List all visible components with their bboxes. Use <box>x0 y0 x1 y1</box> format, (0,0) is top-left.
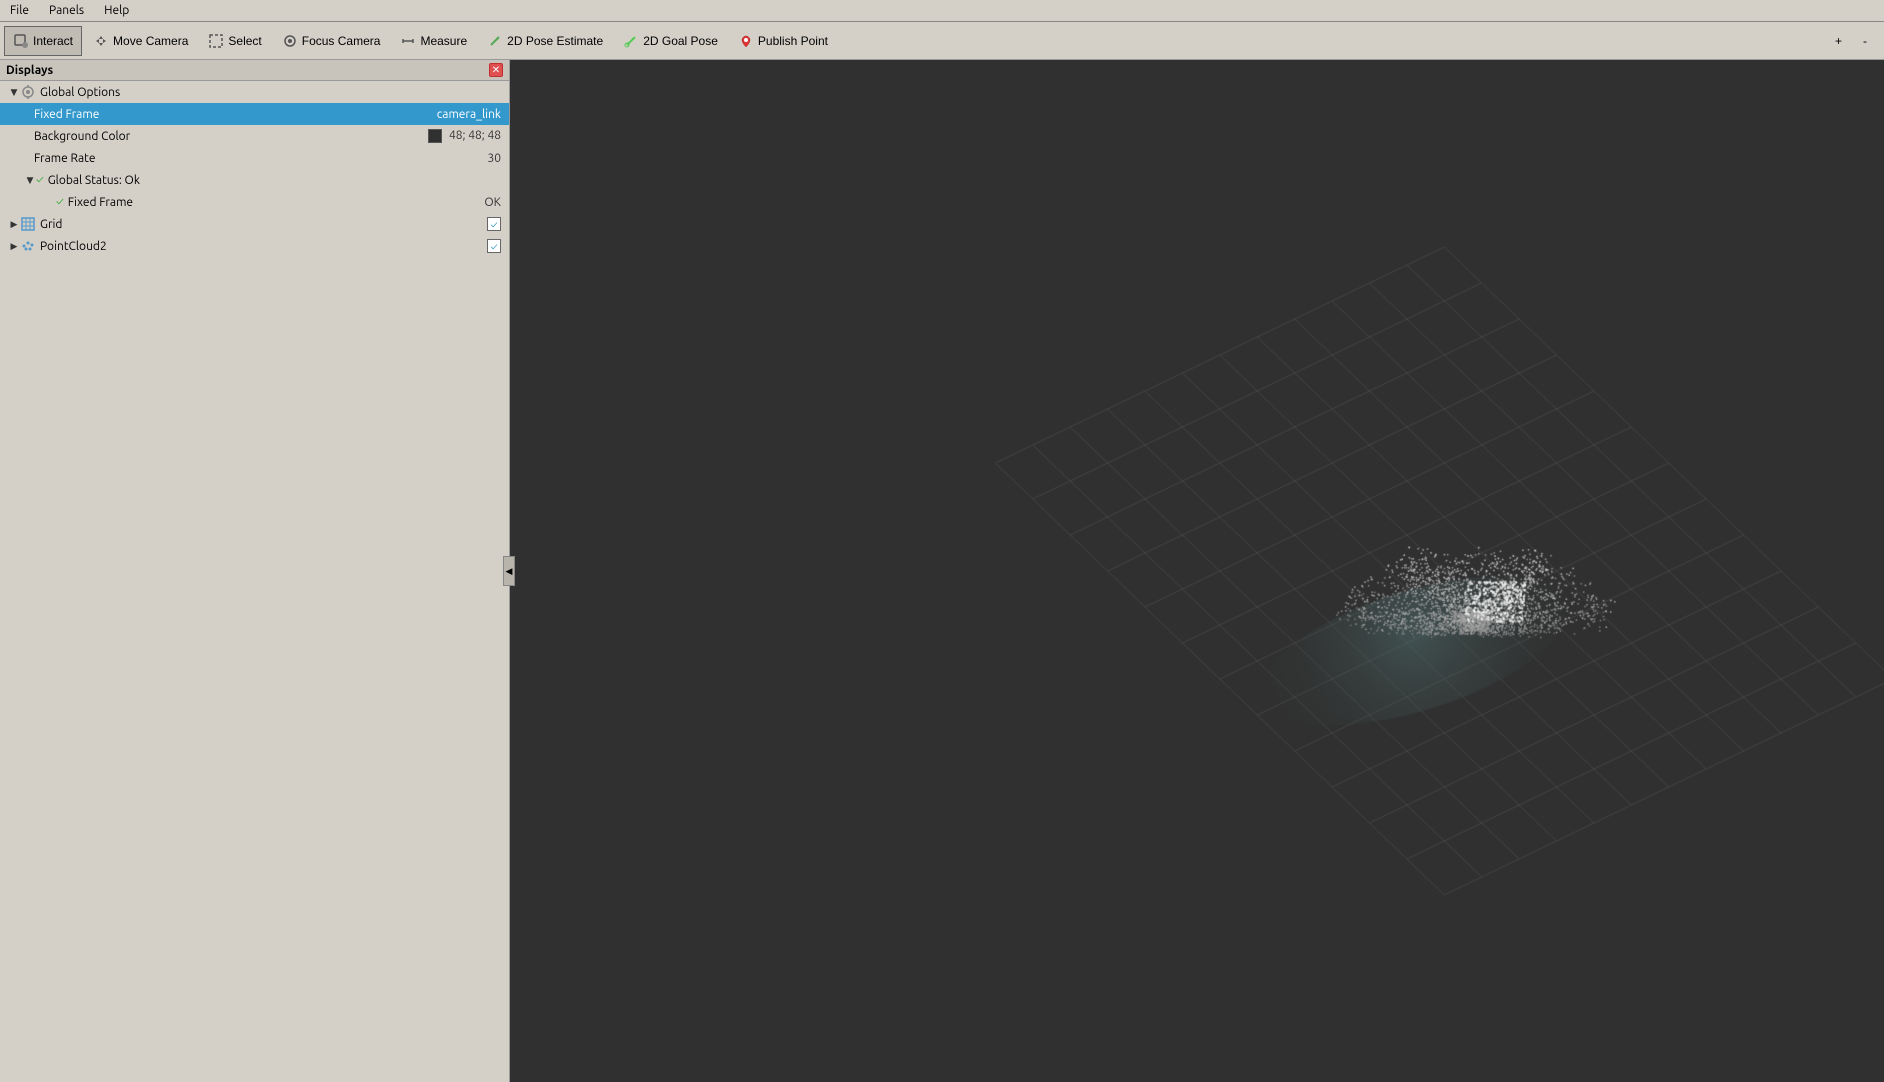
grid-item[interactable]: ▶ Grid ✓ <box>0 213 509 235</box>
cursor-icon <box>13 33 29 49</box>
global-status-item[interactable]: ▼ ✓ Global Status: Ok <box>0 169 509 191</box>
collapse-handle[interactable]: ◀ <box>503 556 515 586</box>
global-status-expand-arrow: ▼ <box>24 174 36 186</box>
grid-expand-arrow: ▶ <box>8 218 20 230</box>
menu-help[interactable]: Help <box>98 2 135 19</box>
frame-rate-item[interactable]: Frame Rate 30 <box>0 147 509 169</box>
focus-camera-icon <box>282 33 298 49</box>
zoom-in-icon: + <box>1835 34 1842 48</box>
focus-camera-button[interactable]: Focus Camera <box>273 26 390 56</box>
select-button[interactable]: Select <box>199 26 270 56</box>
global-options-icon <box>20 84 36 100</box>
menu-panels[interactable]: Panels <box>43 2 90 19</box>
menu-bar: File Panels Help <box>0 0 1884 22</box>
grid-checkbox[interactable]: ✓ <box>487 217 509 231</box>
measure-button[interactable]: Measure <box>391 26 476 56</box>
global-options-expand-arrow: ▼ <box>8 86 20 98</box>
fixed-frame-status-label: Fixed Frame <box>66 196 485 209</box>
select-icon <box>208 33 224 49</box>
displays-close-button[interactable]: ✕ <box>489 63 503 77</box>
main-area: Displays ✕ ▼ Global Options Fixed Frame … <box>0 60 1884 1082</box>
interact-button[interactable]: Interact <box>4 26 82 56</box>
frame-rate-label: Frame Rate <box>32 152 487 165</box>
fixed-frame-label: Fixed Frame <box>32 108 437 121</box>
background-color-value: 48; 48; 48 <box>428 129 509 143</box>
toolbar-right: + - <box>1828 26 1880 56</box>
pose-estimate-icon <box>487 33 503 49</box>
fixed-frame-status-check-icon: ✓ <box>56 196 64 208</box>
pointcloud2-icon <box>20 238 36 254</box>
color-swatch <box>428 129 442 143</box>
fixed-frame-status-item[interactable]: ✓ Fixed Frame OK <box>0 191 509 213</box>
displays-title: Displays <box>6 64 53 77</box>
2d-pose-estimate-button[interactable]: 2D Pose Estimate <box>478 26 612 56</box>
global-options-label: Global Options <box>38 86 509 99</box>
move-camera-icon <box>93 33 109 49</box>
toolbar: Interact Move Camera Select Focus Camera… <box>0 22 1884 60</box>
pointcloud2-expand-arrow: ▶ <box>8 240 20 252</box>
2d-goal-pose-button[interactable]: 2D Goal Pose <box>614 26 727 56</box>
fixed-frame-value: camera_link <box>437 108 509 121</box>
displays-header: Displays ✕ <box>0 60 509 81</box>
move-camera-button[interactable]: Move Camera <box>84 26 197 56</box>
fixed-frame-item[interactable]: Fixed Frame camera_link <box>0 103 509 125</box>
global-status-check-icon: ✓ <box>36 174 44 186</box>
grid-icon <box>20 216 36 232</box>
left-panel: Displays ✕ ▼ Global Options Fixed Frame … <box>0 60 510 1082</box>
background-color-label: Background Color <box>32 130 428 143</box>
fixed-frame-status-value: OK <box>484 196 509 209</box>
goal-pose-icon <box>623 33 639 49</box>
pointcloud2-checkbox[interactable]: ✓ <box>487 239 509 253</box>
grid-checkbox-icon: ✓ <box>487 217 501 231</box>
zoom-in-button[interactable]: + <box>1828 26 1852 56</box>
measure-icon <box>400 33 416 49</box>
grid-label: Grid <box>38 218 487 231</box>
pointcloud2-label: PointCloud2 <box>38 240 487 253</box>
menu-file[interactable]: File <box>4 2 35 19</box>
viewport[interactable] <box>510 60 1884 1082</box>
frame-rate-value: 30 <box>487 152 509 165</box>
tree-panel[interactable]: ▼ Global Options Fixed Frame camera_link… <box>0 81 509 1082</box>
pointcloud2-item[interactable]: ▶ PointCloud2 ✓ <box>0 235 509 257</box>
zoom-out-icon: - <box>1863 34 1867 48</box>
publish-point-button[interactable]: Publish Point <box>729 26 837 56</box>
viewport-canvas <box>510 60 1884 1082</box>
background-color-item[interactable]: Background Color 48; 48; 48 <box>0 125 509 147</box>
zoom-out-button[interactable]: - <box>1856 26 1880 56</box>
pointcloud2-checkbox-icon: ✓ <box>487 239 501 253</box>
publish-point-icon <box>738 33 754 49</box>
global-status-label: Global Status: Ok <box>46 174 509 187</box>
global-options-item[interactable]: ▼ Global Options <box>0 81 509 103</box>
